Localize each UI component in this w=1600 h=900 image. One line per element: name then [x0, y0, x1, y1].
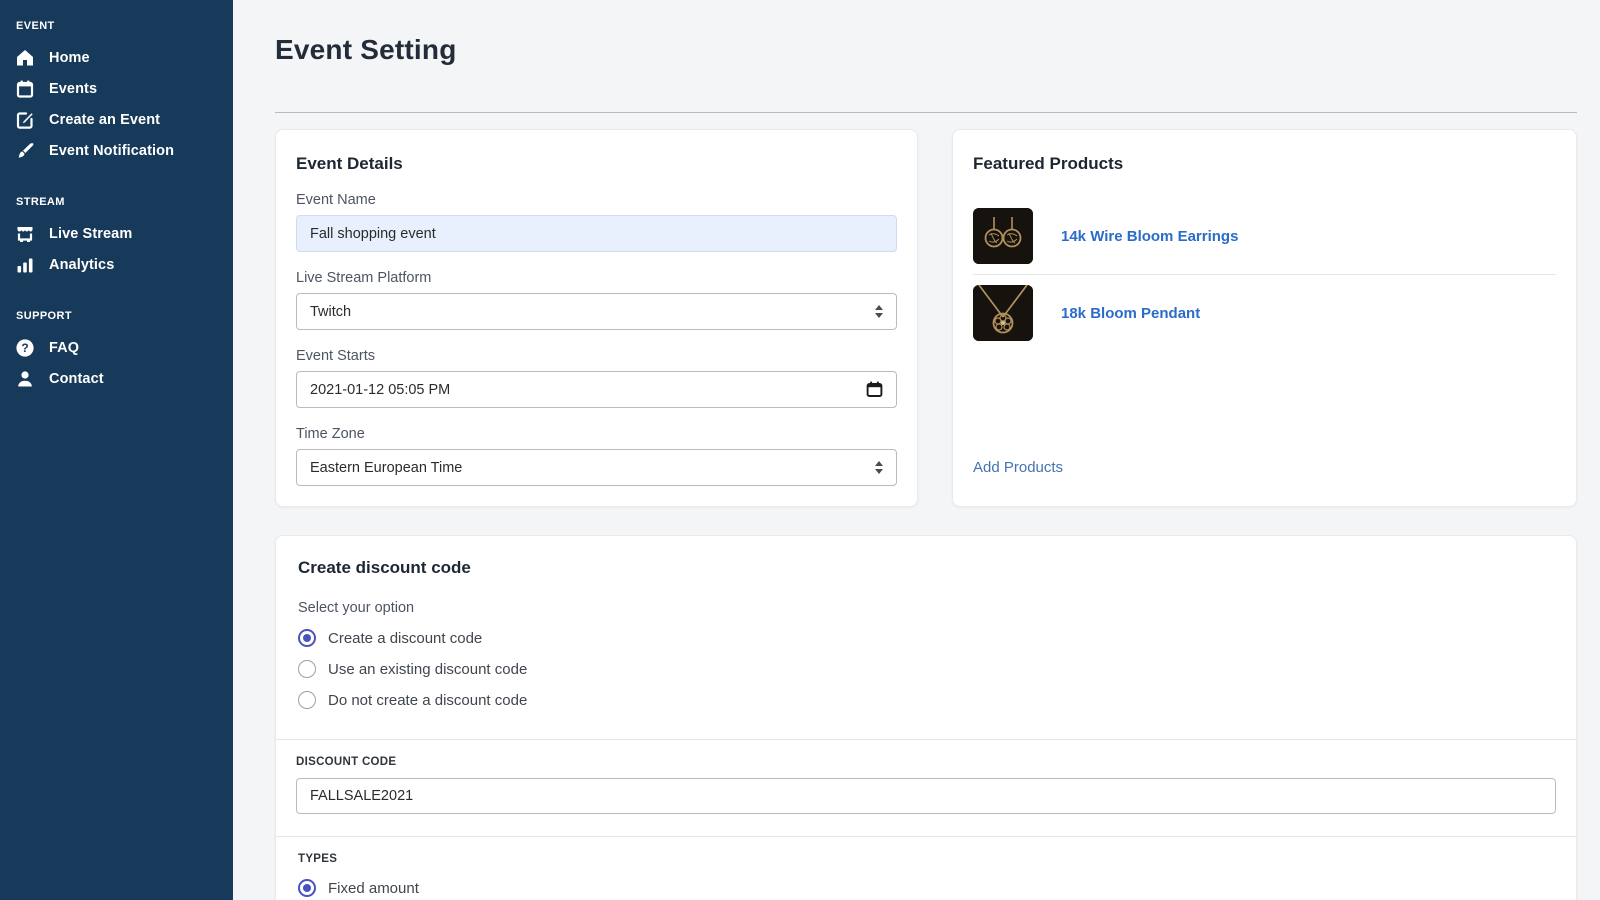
radio-icon[interactable]	[298, 660, 316, 678]
sidebar-item-home[interactable]: Home	[14, 42, 233, 73]
sidebar-item-label: Events	[49, 80, 98, 97]
sidebar-item-live-stream[interactable]: Live Stream	[14, 218, 233, 249]
types-label: TYPES	[298, 853, 338, 865]
event-name-label: Event Name	[296, 192, 376, 208]
event-name-field: Event Name	[296, 192, 897, 252]
page-title: Event Setting	[275, 34, 457, 65]
event-starts-label: Event Starts	[296, 348, 375, 364]
timezone-field: Time Zone Eastern European Time	[296, 426, 897, 486]
sidebar-item-label: Live Stream	[49, 225, 133, 242]
product-list: 14k Wire Bloom Earrings 18k Bloom Pendan…	[973, 198, 1556, 351]
event-starts-field: Event Starts 2021-01-12 05:05 PM	[296, 348, 897, 408]
discount-code-input[interactable]	[296, 778, 1556, 814]
discount-code-section: DISCOUNT CODE	[276, 740, 1576, 836]
radio-existing-discount[interactable]: Use an existing discount code	[298, 660, 1554, 678]
select-stepper-icon	[875, 461, 883, 474]
select-stepper-icon	[875, 305, 883, 318]
product-thumbnail-pendant	[973, 285, 1033, 341]
sidebar-item-label: Home	[49, 49, 90, 66]
add-products-link[interactable]: Add Products	[973, 453, 1556, 486]
select-option-label: Select your option	[298, 600, 415, 616]
timezone-label: Time Zone	[296, 426, 365, 442]
discount-title: Create discount code	[298, 558, 471, 577]
sidebar-item-events[interactable]: Events	[14, 73, 233, 104]
event-starts-input[interactable]: 2021-01-12 05:05 PM	[296, 371, 897, 408]
brush-icon	[14, 140, 36, 162]
timezone-select[interactable]: Eastern European Time	[296, 449, 897, 486]
edit-icon	[14, 109, 36, 131]
platform-select[interactable]: Twitch	[296, 293, 897, 330]
sidebar-item-label: Create an Event	[49, 111, 161, 128]
top-cards-row: Event Details Event Name Live Stream Pla…	[275, 129, 1577, 507]
event-details-title: Event Details	[296, 154, 403, 173]
radio-label: Use an existing discount code	[328, 660, 528, 678]
radio-label: Fixed amount	[328, 879, 419, 897]
sidebar-section-support: SUPPORT ? FAQ Contact	[14, 310, 233, 394]
sidebar-item-analytics[interactable]: Analytics	[14, 249, 233, 280]
featured-products-card: Featured Products 14k Wire Bloom Earring…	[952, 129, 1577, 507]
sidebar-section-header: EVENT	[16, 20, 55, 32]
platform-label: Live Stream Platform	[296, 270, 432, 286]
sidebar-item-label: FAQ	[49, 339, 80, 356]
radio-label: Do not create a discount code	[328, 691, 528, 709]
calendar-picker-icon[interactable]	[866, 381, 883, 398]
calendar-icon	[14, 78, 36, 100]
radio-label: Create a discount code	[328, 629, 483, 647]
home-icon	[14, 47, 36, 69]
bar-chart-icon	[14, 254, 36, 276]
question-icon: ?	[14, 337, 36, 359]
sidebar: EVENT Home Events Create an Event Event …	[0, 0, 233, 900]
product-row: 18k Bloom Pendant	[973, 274, 1556, 351]
product-link[interactable]: 14k Wire Bloom Earrings	[1061, 228, 1238, 245]
radio-icon[interactable]	[298, 629, 316, 647]
discount-options-section: Create discount code Select your option …	[276, 536, 1576, 739]
radio-icon[interactable]	[298, 691, 316, 709]
event-starts-value: 2021-01-12 05:05 PM	[310, 381, 451, 398]
product-thumbnail-earrings	[973, 208, 1033, 264]
event-details-card: Event Details Event Name Live Stream Pla…	[275, 129, 918, 507]
title-divider	[275, 112, 1577, 113]
radio-fixed-amount[interactable]: Fixed amount	[298, 879, 1556, 897]
discount-card: Create discount code Select your option …	[275, 535, 1577, 900]
sidebar-section-event: EVENT Home Events Create an Event Event …	[14, 20, 233, 166]
featured-products-title: Featured Products	[973, 154, 1124, 173]
sidebar-section-header: STREAM	[16, 196, 65, 208]
discount-code-label: DISCOUNT CODE	[296, 756, 397, 768]
sidebar-item-label: Contact	[49, 370, 104, 387]
sidebar-section-stream: STREAM Live Stream Analytics	[14, 196, 233, 280]
sidebar-item-create-event[interactable]: Create an Event	[14, 104, 233, 135]
platform-field: Live Stream Platform Twitch	[296, 270, 897, 330]
storefront-icon	[14, 223, 36, 245]
svg-text:?: ?	[21, 341, 28, 355]
sidebar-section-header: SUPPORT	[16, 310, 72, 322]
discount-types-section: TYPES Fixed amount	[276, 837, 1576, 900]
timezone-select-value: Eastern European Time	[310, 459, 463, 476]
radio-icon[interactable]	[298, 879, 316, 897]
platform-select-value: Twitch	[310, 303, 352, 320]
event-name-input[interactable]	[296, 215, 897, 252]
person-icon	[14, 368, 36, 390]
radio-no-discount[interactable]: Do not create a discount code	[298, 691, 1554, 709]
sidebar-item-contact[interactable]: Contact	[14, 363, 233, 394]
sidebar-item-label: Analytics	[49, 256, 115, 273]
sidebar-item-label: Event Notification	[49, 142, 175, 159]
main-content: Event Setting Event Details Event Name L…	[233, 0, 1600, 900]
sidebar-item-event-notification[interactable]: Event Notification	[14, 135, 233, 166]
sidebar-item-faq[interactable]: ? FAQ	[14, 332, 233, 363]
product-row: 14k Wire Bloom Earrings	[973, 198, 1556, 274]
product-link[interactable]: 18k Bloom Pendant	[1061, 305, 1200, 322]
radio-create-discount[interactable]: Create a discount code	[298, 629, 1554, 647]
